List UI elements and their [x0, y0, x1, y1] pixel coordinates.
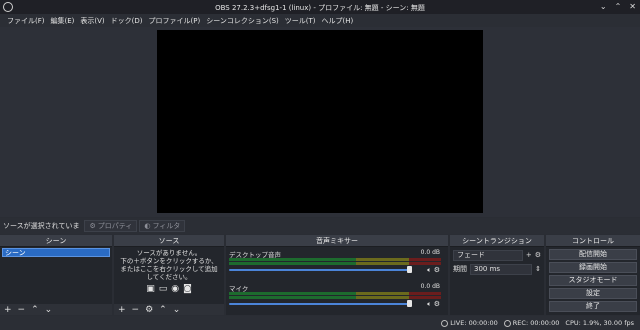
volume-slider-handle[interactable] [407, 266, 412, 273]
remove-icon[interactable]: − [18, 305, 26, 315]
properties-label: プロパティ [97, 222, 133, 230]
speaker-icon[interactable]: 🔈︎ [427, 266, 431, 274]
live-time: LIVE: 00:00:00 [450, 319, 498, 327]
menu-bar: ファイル(F) 編集(E) 表示(V) ドック(D) プロファイル(P) シーン… [0, 14, 640, 27]
close-icon[interactable]: ✕ [629, 2, 636, 11]
camera-icon: ◙ [183, 284, 192, 294]
menu-view[interactable]: 表示(V) [77, 16, 107, 26]
volume-meter [229, 292, 441, 295]
scenes-header: シーン [0, 235, 112, 247]
menu-profile[interactable]: プロファイル(P) [146, 16, 204, 26]
add-icon[interactable]: + [526, 251, 532, 259]
channel-controls: 🔈︎ ⚙ [427, 300, 440, 309]
gear-icon[interactable]: ⚙ [145, 305, 153, 315]
spin-icon[interactable]: ⇕ [535, 265, 541, 273]
volume-slider[interactable] [229, 303, 409, 305]
move-up-icon[interactable]: ⌃ [159, 305, 167, 315]
exit-button[interactable]: 終了 [549, 301, 637, 312]
start-recording-button[interactable]: 録画開始 [549, 262, 637, 273]
filter-icon: ◐ [144, 222, 151, 230]
empty-line: してください。 [146, 273, 192, 281]
empty-line: 下の＋ボタンをクリックするか、 [120, 257, 218, 265]
controls-dock: コントロール 配信開始 録画開始 スタジオモード 設定 終了 [546, 235, 640, 315]
empty-line: またはここを右クリックして追加 [120, 265, 218, 273]
image-icon: ▣ [146, 284, 155, 294]
menu-file[interactable]: ファイル(F) [4, 16, 48, 26]
transitions-header: シーントランジション [450, 235, 544, 247]
audio-mixer-dock: 音声ミキサー デスクトップ音声 0.0 dB 🔈︎ ⚙ マイク 0.0 dB 🔈… [226, 235, 448, 315]
channel-db: 0.0 dB [420, 249, 440, 256]
mixer-channel: デスクトップ音声 0.0 dB 🔈︎ ⚙ [226, 247, 448, 281]
menu-edit[interactable]: 編集(E) [48, 16, 78, 26]
move-down-icon[interactable]: ⌄ [45, 305, 53, 315]
filters-button[interactable]: ◐ フィルタ [139, 220, 186, 232]
volume-slider[interactable] [229, 269, 409, 271]
globe-icon: ◉ [171, 284, 180, 294]
source-toolbar: ソースが選択されていま ⚙ プロパティ ◐ フィルタ [0, 218, 640, 234]
settings-button[interactable]: 設定 [549, 288, 637, 299]
menu-docks[interactable]: ドック(D) [108, 16, 146, 26]
live-status: LIVE: 00:00:00 [441, 319, 498, 327]
cpu-status: CPU: 1.9%, 30.00 fps [565, 319, 634, 327]
transition-select[interactable]: フェード [453, 249, 523, 261]
duration-input[interactable]: 300 ms [470, 263, 533, 275]
menu-help[interactable]: ヘルプ(H) [319, 16, 357, 26]
mixer-header: 音声ミキサー [226, 235, 448, 247]
sources-dock: ソース ソースがありません。 下の＋ボタンをクリックするか、 またはここを右クリ… [114, 235, 224, 315]
gear-icon[interactable]: ⚙ [535, 251, 541, 259]
channel-controls: 🔈︎ ⚙ [427, 266, 440, 275]
title-bar: OBS 27.2.3+dfsg1-1 (linux) - プロファイル: 無題 … [0, 0, 640, 14]
properties-button[interactable]: ⚙ プロパティ [84, 220, 138, 232]
duration-label: 期間 [453, 265, 467, 273]
status-bar: LIVE: 00:00:00 REC: 00:00:00 CPU: 1.9%, … [0, 316, 640, 330]
sources-empty-message: ソースがありません。 下の＋ボタンをクリックするか、 またはここを右クリックして… [114, 247, 224, 281]
move-up-icon[interactable]: ⌃ [31, 305, 39, 315]
volume-meter [229, 262, 441, 265]
gear-icon: ⚙ [89, 222, 96, 230]
empty-line: ソースがありません。 [136, 249, 202, 257]
display-icon: ▭ [158, 284, 168, 294]
channel-db: 0.0 dB [420, 283, 440, 290]
live-icon [441, 319, 449, 327]
scene-list-item[interactable]: シーン [2, 248, 110, 257]
no-source-selected-label: ソースが選択されていま [3, 222, 80, 230]
scenes-dock: シーン シーン + − ⌃ ⌄ [0, 235, 112, 315]
move-down-icon[interactable]: ⌄ [173, 305, 181, 315]
gear-icon[interactable]: ⚙ [434, 266, 440, 274]
preview-area [0, 27, 640, 217]
add-icon[interactable]: + [4, 305, 12, 315]
volume-meter [229, 296, 441, 299]
rec-icon [503, 319, 511, 327]
sources-header: ソース [114, 235, 224, 247]
filters-label: フィルタ [152, 222, 181, 230]
start-streaming-button[interactable]: 配信開始 [549, 249, 637, 260]
preview-canvas[interactable] [157, 30, 483, 213]
menu-scene-collection[interactable]: シーンコレクション(S) [203, 16, 282, 26]
volume-slider-handle[interactable] [407, 300, 412, 307]
minimize-icon[interactable]: ⌄ [600, 2, 607, 11]
maximize-icon[interactable]: ⌃ [615, 2, 622, 11]
rec-time: REC: 00:00:00 [512, 319, 560, 327]
mixer-channel: マイク 0.0 dB 🔈︎ ⚙ [226, 281, 448, 315]
studio-mode-button[interactable]: スタジオモード [549, 275, 637, 286]
volume-meter [229, 258, 441, 261]
rec-status: REC: 00:00:00 [503, 319, 560, 327]
remove-icon[interactable]: − [132, 305, 140, 315]
scene-transitions-dock: シーントランジション フェード + ⚙ 期間 300 ms ⇕ [450, 235, 544, 315]
gear-icon[interactable]: ⚙ [434, 300, 440, 308]
speaker-icon[interactable]: 🔈︎ [427, 300, 431, 308]
menu-tools[interactable]: ツール(T) [282, 16, 319, 26]
controls-header: コントロール [546, 235, 640, 247]
window-title: OBS 27.2.3+dfsg1-1 (linux) - プロファイル: 無題 … [215, 4, 425, 12]
add-icon[interactable]: + [118, 305, 126, 315]
